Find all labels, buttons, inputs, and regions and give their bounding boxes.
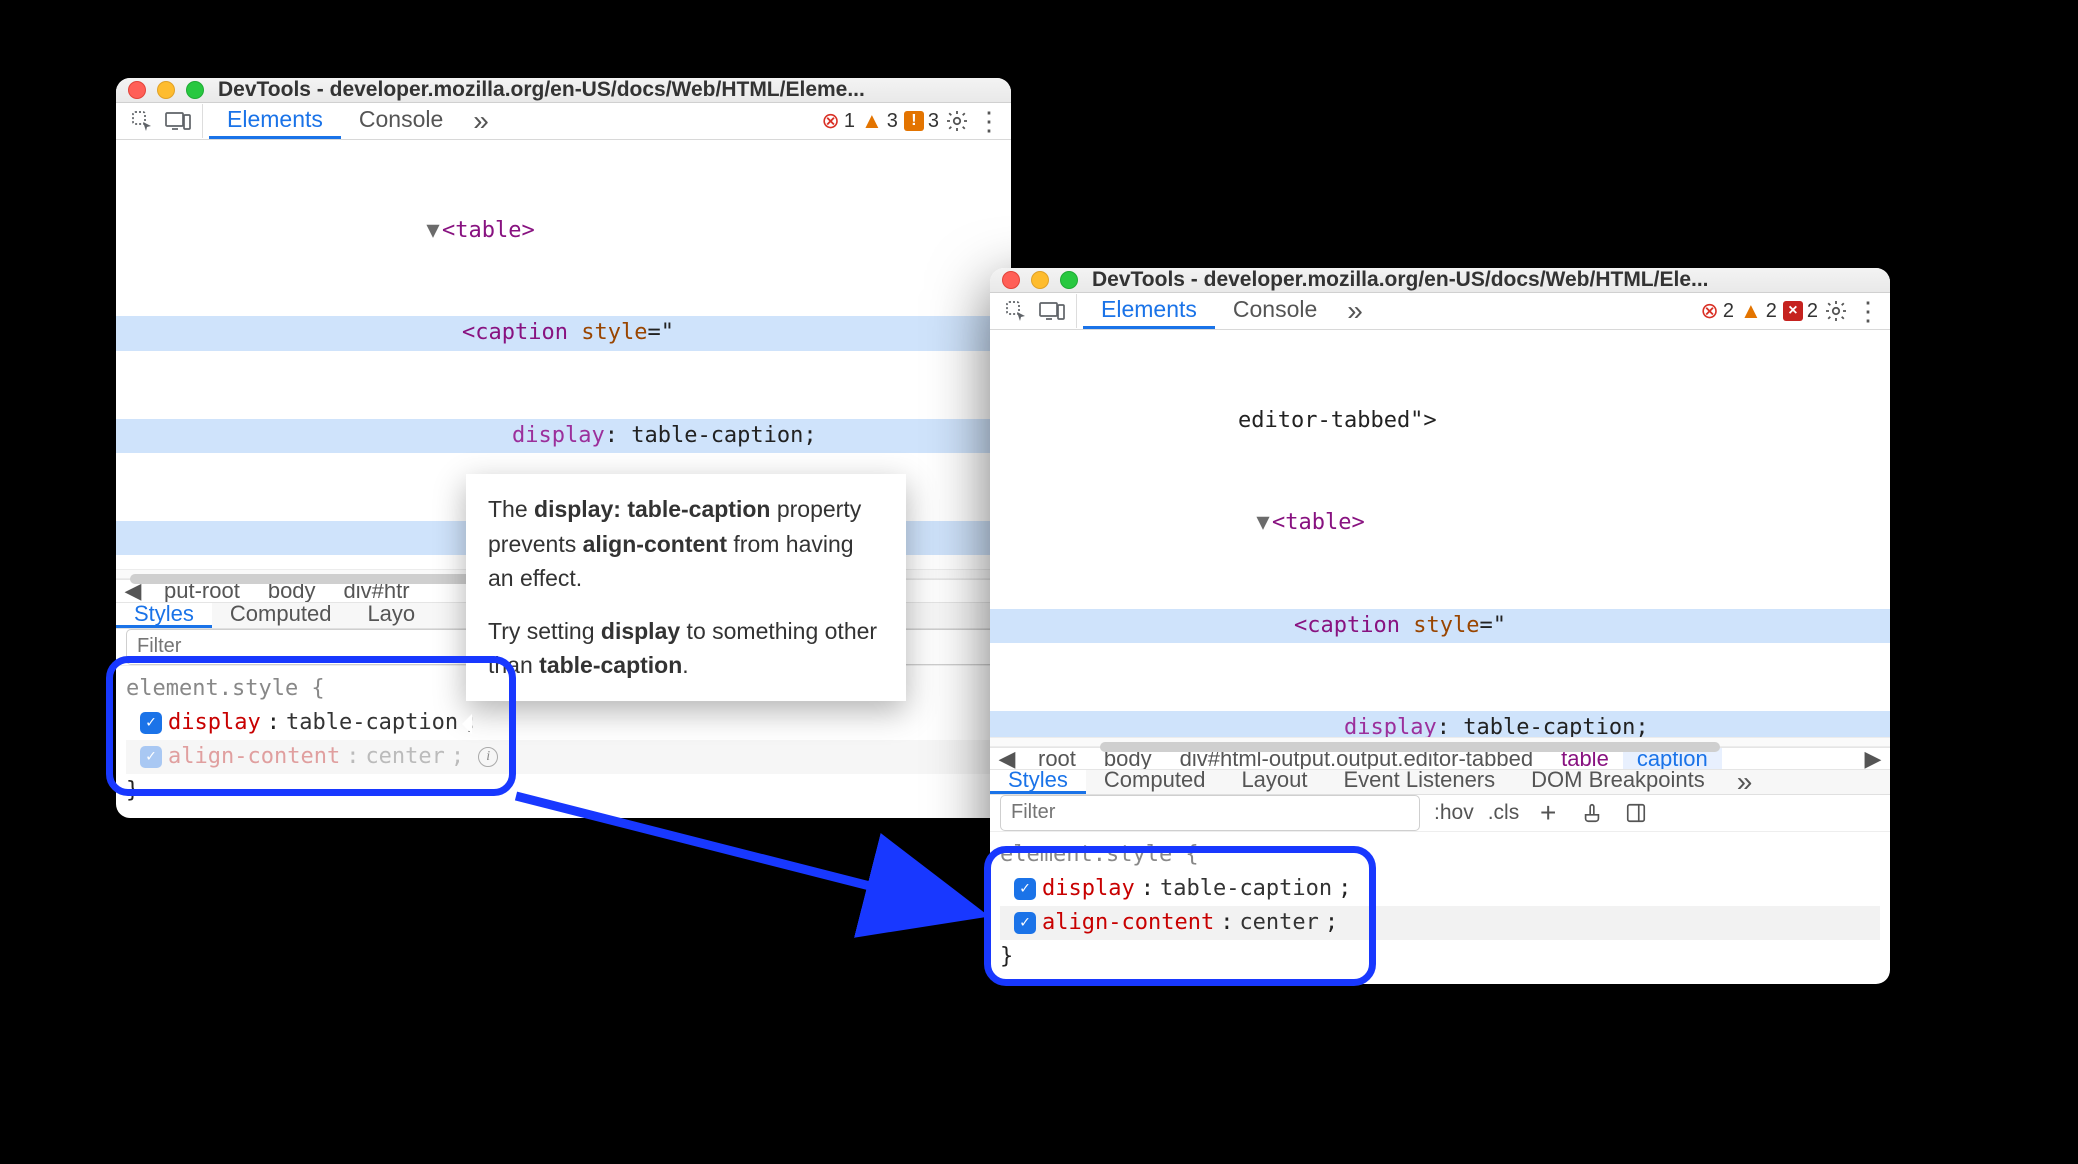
devtools-toolbar: Elements Console » ⊗1 ▲3 !3 ⋮ — [116, 103, 1011, 140]
inspect-icon[interactable] — [998, 293, 1034, 329]
rule-close: } — [126, 774, 1001, 808]
zoom-icon[interactable] — [186, 81, 204, 99]
selector-name: element.style { — [1000, 838, 1880, 872]
checkbox-icon[interactable]: ✓ — [1014, 878, 1036, 900]
checkbox-icon[interactable]: ✓ — [140, 712, 162, 734]
breadcrumb-prev-icon[interactable]: ◀ — [990, 747, 1024, 770]
devtools-window-1: DevTools - developer.mozilla.org/en-US/d… — [116, 78, 1011, 818]
window-title: DevTools - developer.mozilla.org/en-US/d… — [1092, 268, 1878, 292]
info-icon[interactable]: i — [478, 747, 498, 767]
tab-elements[interactable]: Elements — [1083, 293, 1215, 329]
devtools-window-2: DevTools - developer.mozilla.org/en-US/d… — [990, 268, 1890, 984]
sidetab-event-listeners[interactable]: Event Listeners — [1326, 770, 1514, 794]
error-count[interactable]: ⊗1 — [821, 108, 855, 134]
checkbox-icon[interactable]: ✓ — [140, 746, 162, 768]
tab-elements[interactable]: Elements — [209, 103, 341, 139]
divider — [202, 104, 203, 138]
dom-tree[interactable]: editor-tabbed"> ▼<table> <caption style=… — [990, 330, 1890, 737]
tabs-overflow-icon[interactable]: » — [1335, 293, 1375, 329]
titlebar[interactable]: DevTools - developer.mozilla.org/en-US/d… — [990, 268, 1890, 293]
css-hint-tooltip: The display: table-caption property prev… — [466, 474, 906, 701]
sidetab-layout[interactable]: Layout — [1223, 770, 1325, 794]
kebab-icon[interactable]: ⋮ — [1854, 296, 1882, 327]
close-icon[interactable] — [1002, 271, 1020, 289]
minimize-icon[interactable] — [157, 81, 175, 99]
crumb-root[interactable]: root — [1024, 747, 1090, 770]
styles-filter-input[interactable] — [1000, 795, 1420, 831]
checkbox-icon[interactable]: ✓ — [1014, 912, 1036, 934]
new-style-rule-icon[interactable]: + — [1533, 798, 1563, 828]
info-count[interactable]: !3 — [904, 110, 939, 133]
rule-close: } — [1000, 940, 1880, 974]
gear-icon[interactable] — [939, 103, 975, 139]
status-icons[interactable]: ⊗2 ▲2 ×2 — [1700, 298, 1818, 324]
panel-tabs: Elements Console » — [1083, 293, 1375, 329]
device-toggle-icon[interactable] — [1034, 293, 1070, 329]
styles-tabs: Styles Computed Layout Event Listeners D… — [990, 770, 1890, 795]
window-title: DevTools - developer.mozilla.org/en-US/d… — [218, 78, 999, 102]
minimize-icon[interactable] — [1031, 271, 1049, 289]
hov-toggle[interactable]: :hov — [1434, 801, 1474, 825]
devtools-toolbar: Elements Console » ⊗2 ▲2 ×2 ⋮ — [990, 293, 1890, 330]
warning-count[interactable]: ▲2 — [1740, 298, 1777, 324]
rule-display[interactable]: ✓ display: table-caption; — [126, 706, 1001, 740]
traffic-lights — [128, 81, 204, 99]
violation-count[interactable]: ×2 — [1783, 300, 1818, 323]
inspect-icon[interactable] — [124, 103, 160, 139]
sidetab-dom-breakpoints[interactable]: DOM Breakpoints — [1513, 770, 1723, 794]
titlebar[interactable]: DevTools - developer.mozilla.org/en-US/d… — [116, 78, 1011, 103]
styles-panel[interactable]: element.style { ✓ display: table-caption… — [990, 832, 1890, 984]
sidetab-computed[interactable]: Computed — [1086, 770, 1224, 794]
zoom-icon[interactable] — [1060, 271, 1078, 289]
device-toggle-icon[interactable] — [160, 103, 196, 139]
warning-count[interactable]: ▲3 — [861, 108, 898, 134]
tabs-overflow-icon[interactable]: » — [461, 103, 501, 139]
sidetab-styles[interactable]: Styles — [990, 770, 1086, 794]
tab-console[interactable]: Console — [341, 103, 461, 139]
close-icon[interactable] — [128, 81, 146, 99]
rule-align-content[interactable]: ✓ align-content: center; i — [126, 740, 1001, 774]
breadcrumb-next-icon[interactable]: ▶ — [1856, 747, 1890, 770]
traffic-lights — [1002, 271, 1078, 289]
sidetab-computed[interactable]: Computed — [212, 603, 350, 628]
sidetabs-overflow-icon[interactable]: » — [1723, 770, 1767, 795]
sidetab-styles[interactable]: Styles — [116, 603, 212, 628]
divider — [1076, 294, 1077, 328]
error-count[interactable]: ⊗2 — [1700, 298, 1734, 324]
cls-toggle[interactable]: .cls — [1488, 801, 1520, 825]
rule-align-content[interactable]: ✓ align-content: center; — [1000, 906, 1880, 940]
kebab-icon[interactable]: ⋮ — [975, 106, 1003, 137]
filter-row: :hov .cls + — [990, 795, 1890, 832]
rule-display[interactable]: ✓ display: table-caption; — [1000, 872, 1880, 906]
computed-panel-icon[interactable] — [1621, 798, 1651, 828]
status-icons[interactable]: ⊗1 ▲3 !3 — [821, 108, 939, 134]
sidetab-layout[interactable]: Layo — [349, 603, 433, 628]
gear-icon[interactable] — [1818, 293, 1854, 329]
paintbrush-icon[interactable] — [1577, 798, 1607, 828]
dom-scrollbar[interactable] — [990, 737, 1890, 747]
tab-console[interactable]: Console — [1215, 293, 1335, 329]
panel-tabs: Elements Console » — [209, 103, 501, 139]
